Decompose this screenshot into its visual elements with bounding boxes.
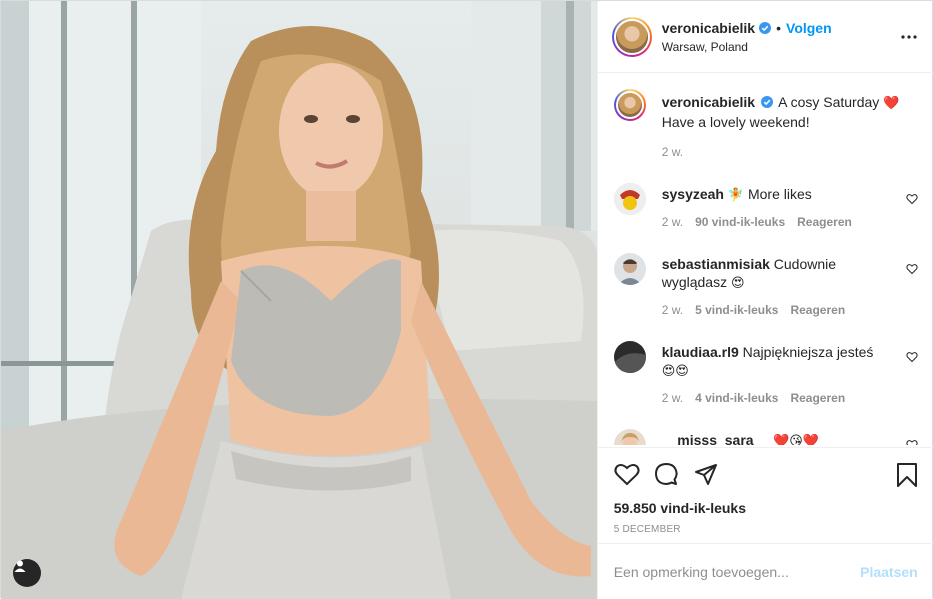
heart-emoji: ❤️ <box>883 96 900 111</box>
comment-likes[interactable]: 90 vind-ik-leuks <box>695 215 785 229</box>
more-options-icon[interactable] <box>900 28 918 46</box>
caption-text: A cosy Saturday <box>778 94 880 110</box>
like-comment-heart-icon[interactable] <box>906 193 918 205</box>
comment-time[interactable]: 2 w. <box>662 303 683 317</box>
share-send-icon[interactable] <box>694 462 718 486</box>
reply-button[interactable]: Reageren <box>790 391 845 405</box>
reply-button[interactable]: Reageren <box>790 303 845 317</box>
comment-item: klaudiaa.rl9 Najpiękniejsza jesteś 😍😍 2 … <box>613 341 926 405</box>
caption-username[interactable]: veronicabielik <box>662 94 755 110</box>
kiss-heart-emoji: ❤️😘❤️ <box>773 434 819 445</box>
follow-button[interactable]: Volgen <box>786 20 832 36</box>
tagged-users-button[interactable] <box>13 559 41 587</box>
comment-avatar[interactable] <box>613 253 646 285</box>
post-header: veronicabielik • Volgen Warsaw, Poland <box>597 1 933 73</box>
comment-time[interactable]: 2 w. <box>662 391 683 405</box>
comments-list[interactable]: veronicabielik A cosy Saturday ❤️ Have a… <box>598 73 933 445</box>
comment-item: sebastianmisiak Cudownie wyglądasz 😍 2 w… <box>613 253 926 317</box>
caption: veronicabielik A cosy Saturday ❤️ Have a… <box>613 89 926 169</box>
instagram-post: veronicabielik • Volgen Warsaw, Poland v… <box>0 0 933 599</box>
photo-illustration <box>1 1 597 599</box>
fairy-emoji: 🧚 <box>727 188 745 203</box>
post-actions: 59.850 vind-ik-leuks 5 DECEMBER <box>597 447 933 535</box>
caption-time[interactable]: 2 w. <box>662 145 683 159</box>
like-comment-heart-icon[interactable] <box>906 351 918 363</box>
comment-item: __misss_sara__ ❤️😘❤️ <box>613 429 926 445</box>
post-side-panel: veronicabielik • Volgen Warsaw, Poland v… <box>596 1 933 599</box>
comment-likes[interactable]: 5 vind-ik-leuks <box>695 303 778 317</box>
comment-item: sysyzeah 🧚 More likes 2 w. 90 vind-ik-le… <box>613 183 926 233</box>
heart-eyes-emoji: 😍 <box>730 276 745 291</box>
verified-badge-icon <box>759 21 772 34</box>
comment-username[interactable]: sysyzeah <box>662 186 724 202</box>
likes-count[interactable]: 59.850 vind-ik-leuks <box>614 500 918 516</box>
comment-text: More likes <box>747 186 812 202</box>
post-comment-button[interactable]: Plaatsen <box>860 564 918 580</box>
add-comment-bar: Plaatsen <box>597 543 933 599</box>
comment-avatar[interactable] <box>613 183 646 215</box>
comment-text: Najpiękniejsza jesteś <box>742 344 874 360</box>
verified-badge-icon <box>761 96 773 108</box>
comment-avatar[interactable] <box>613 429 646 445</box>
comment-likes[interactable]: 4 vind-ik-leuks <box>695 391 778 405</box>
comment-time[interactable]: 2 w. <box>662 215 683 229</box>
like-comment-heart-icon[interactable] <box>906 263 918 275</box>
comment-username[interactable]: klaudiaa.rl9 <box>662 344 739 360</box>
user-icon <box>14 560 26 572</box>
header-username[interactable]: veronicabielik <box>662 20 755 36</box>
like-comment-heart-icon[interactable] <box>906 439 918 445</box>
caption-text-line2: Have a lovely weekend! <box>661 114 810 130</box>
comment-bubble-icon[interactable] <box>654 462 678 486</box>
caption-avatar[interactable] <box>613 89 646 121</box>
profile-avatar[interactable] <box>611 16 652 57</box>
comment-input[interactable] <box>613 563 834 580</box>
location-link[interactable]: Warsaw, Poland <box>662 40 832 54</box>
comment-username[interactable]: sebastianmisiak <box>662 256 770 272</box>
like-heart-icon[interactable] <box>614 462 640 486</box>
post-photo[interactable] <box>1 1 597 599</box>
comment-avatar[interactable] <box>613 341 646 373</box>
comment-username[interactable]: __misss_sara__ <box>662 432 769 445</box>
reply-button[interactable]: Reageren <box>797 215 852 229</box>
separator-dot: • <box>776 19 782 36</box>
heart-eyes-emoji: 😍😍 <box>661 364 689 379</box>
post-date[interactable]: 5 DECEMBER <box>614 524 918 535</box>
save-bookmark-icon[interactable] <box>896 462 918 488</box>
